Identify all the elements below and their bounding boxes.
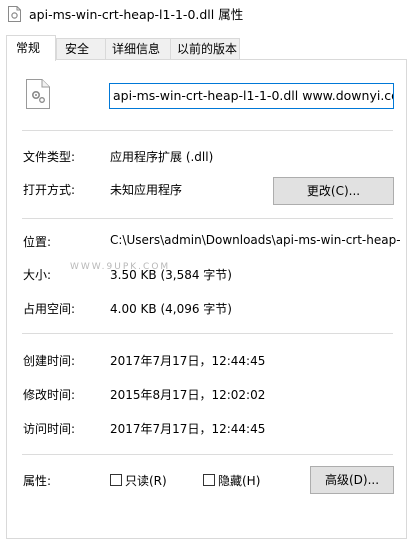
modified-value: 2015年8月17日，12:02:02 — [110, 388, 266, 402]
window-title: api-ms-win-crt-heap-l1-1-0.dll 属性 — [29, 7, 244, 22]
dll-file-icon — [8, 6, 21, 22]
location-value: C:\Users\admin\Downloads\api-ms-win-crt-… — [110, 233, 400, 247]
advanced-button[interactable]: 高级(D)... — [310, 466, 394, 494]
tab-general[interactable]: 常规 — [6, 35, 56, 61]
separator — [22, 333, 393, 334]
change-button[interactable]: 更改(C)... — [273, 177, 394, 205]
tab-security[interactable]: 安全 — [56, 38, 106, 59]
created-value: 2017年7月17日，12:44:45 — [110, 354, 266, 368]
filename-field[interactable]: api-ms-win-crt-heap-l1-1-0.dll www.downy… — [109, 83, 394, 109]
size-label: 大小: — [23, 268, 52, 282]
tab-strip: 常规 安全 详细信息 以前的版本 — [6, 35, 406, 61]
hidden-checkbox[interactable] — [203, 474, 215, 486]
accessed-value: 2017年7月17日，12:44:45 — [110, 422, 266, 436]
file-type-label: 文件类型: — [23, 150, 76, 164]
opens-with-value: 未知应用程序 — [110, 183, 183, 197]
readonly-checkbox[interactable] — [110, 474, 122, 486]
disk-size-label: 占用空间: — [23, 302, 76, 316]
separator — [22, 218, 393, 219]
attributes-label: 属性: — [23, 474, 52, 488]
file-type-value: 应用程序扩展 (.dll) — [110, 150, 214, 164]
opens-with-label: 打开方式: — [23, 183, 76, 197]
dll-gear-file-icon — [26, 79, 50, 109]
separator — [22, 454, 393, 455]
hidden-checkbox-label[interactable]: 隐藏(H) — [218, 472, 260, 489]
title-bar: api-ms-win-crt-heap-l1-1-0.dll 属性 — [0, 0, 413, 28]
separator — [22, 130, 393, 131]
disk-size-value: 4.00 KB (4,096 字节) — [110, 302, 232, 316]
tab-details[interactable]: 详细信息 — [105, 38, 171, 59]
tab-previous-versions[interactable]: 以前的版本 — [170, 38, 240, 59]
accessed-label: 访问时间: — [23, 422, 76, 436]
location-label: 位置: — [23, 235, 52, 249]
created-label: 创建时间: — [23, 354, 76, 368]
readonly-checkbox-label[interactable]: 只读(R) — [125, 472, 167, 489]
watermark: WWW.9UPK.COM — [70, 262, 171, 272]
modified-label: 修改时间: — [23, 388, 76, 402]
